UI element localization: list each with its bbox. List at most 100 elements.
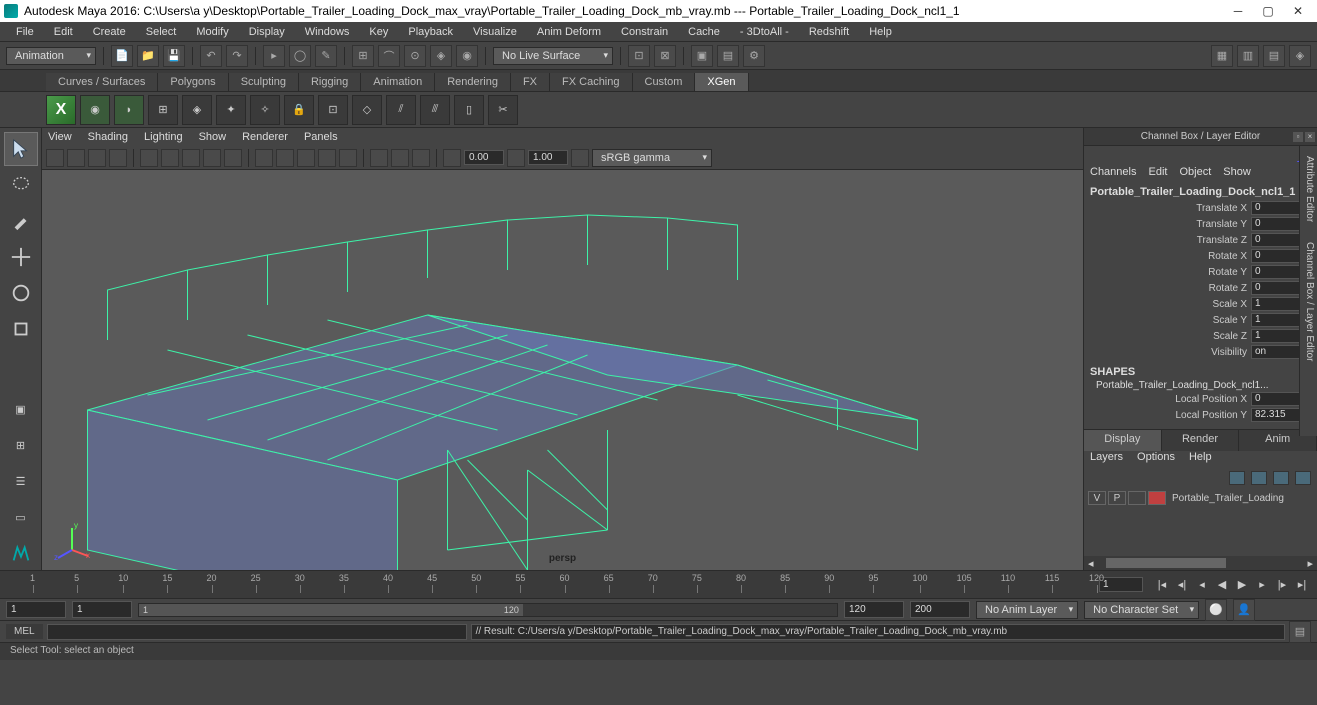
sidetab-attr-editor[interactable]: Attribute Editor <box>1302 156 1315 222</box>
select-tool[interactable] <box>4 132 38 166</box>
vt-res-icon[interactable] <box>203 149 221 167</box>
range-start-outer[interactable] <box>6 601 66 618</box>
vt-bookmark-icon[interactable] <box>67 149 85 167</box>
menu-windows[interactable]: Windows <box>295 26 360 38</box>
prefs-icon[interactable]: 👤 <box>1233 599 1255 621</box>
cb-tab-channels[interactable]: Channels <box>1090 166 1136 184</box>
snap-curve-icon[interactable]: ⌒ <box>378 45 400 67</box>
anim-layer-combo[interactable]: No Anim Layer <box>976 601 1078 619</box>
xgen-tool-6-icon[interactable]: ⊡ <box>318 95 348 125</box>
view-menu-renderer[interactable]: Renderer <box>242 131 288 143</box>
shelf-tab-polygons[interactable]: Polygons <box>158 73 228 91</box>
menu-help[interactable]: Help <box>859 26 902 38</box>
xgen-tool-7-icon[interactable]: ◇ <box>352 95 382 125</box>
cb-tab-show[interactable]: Show <box>1223 166 1251 184</box>
xgen-tool-4-icon[interactable]: ✧ <box>250 95 280 125</box>
layer-row[interactable]: V P Portable_Trailer_Loading <box>1084 489 1317 507</box>
layer-new-selected-icon[interactable] <box>1295 471 1311 485</box>
shelf-tab-rendering[interactable]: Rendering <box>435 73 511 91</box>
menu-select[interactable]: Select <box>136 26 187 38</box>
vt-gamma-icon[interactable] <box>507 149 525 167</box>
go-start-icon[interactable]: |◂ <box>1153 577 1171 593</box>
panel-layout-2-icon[interactable]: ▥ <box>1237 45 1259 67</box>
menu-edit[interactable]: Edit <box>44 26 83 38</box>
cb-object-name[interactable]: Portable_Trailer_Loading_Dock_ncl1_1 <box>1084 184 1317 200</box>
rotate-tool[interactable] <box>4 276 38 310</box>
menu-redshift[interactable]: Redshift <box>799 26 859 38</box>
shelf-tab-rigging[interactable]: Rigging <box>299 73 361 91</box>
layer-menu-options[interactable]: Options <box>1137 451 1175 469</box>
live-surface-combo[interactable]: No Live Surface <box>493 47 613 65</box>
autokey-icon[interactable]: ⚪ <box>1205 599 1227 621</box>
panel-undock-icon[interactable]: ▫ <box>1293 132 1303 142</box>
cb-tab-object[interactable]: Object <box>1179 166 1211 184</box>
menu-file[interactable]: File <box>6 26 44 38</box>
xgen-tool-8-icon[interactable]: ⫽ <box>386 95 416 125</box>
play-forward-icon[interactable]: ▶ <box>1233 577 1251 593</box>
character-set-combo[interactable]: No Character Set <box>1084 601 1199 619</box>
sidetab-channel-box[interactable]: Channel Box / Layer Editor <box>1302 242 1315 362</box>
xgen-tool-1-icon[interactable]: ⊞ <box>148 95 178 125</box>
script-editor-icon[interactable]: ▤ <box>1289 621 1311 643</box>
lasso-tool[interactable] <box>4 168 38 202</box>
snap-live-icon[interactable]: ◉ <box>456 45 478 67</box>
save-scene-icon[interactable]: 💾 <box>163 45 185 67</box>
layout-four-icon[interactable]: ⊞ <box>4 428 38 462</box>
xgen-leaf-icon[interactable]: ◗ <box>114 95 144 125</box>
open-scene-icon[interactable]: 📁 <box>137 45 159 67</box>
menu-playback[interactable]: Playback <box>398 26 463 38</box>
layer-tab-render[interactable]: Render <box>1162 430 1240 451</box>
vt-2d-icon[interactable] <box>109 149 127 167</box>
panel-layout-3-icon[interactable]: ▤ <box>1263 45 1285 67</box>
menu-animdeform[interactable]: Anim Deform <box>527 26 611 38</box>
vt-iso-icon[interactable] <box>370 149 388 167</box>
layer-menu-layers[interactable]: Layers <box>1090 451 1123 469</box>
xgen-tool-2-icon[interactable]: ◈ <box>182 95 212 125</box>
ipr-icon[interactable]: ▤ <box>717 45 739 67</box>
layer-scrollbar[interactable]: ◂▸ <box>1084 556 1317 570</box>
layer-tab-display[interactable]: Display <box>1084 430 1162 451</box>
cb-shape-name[interactable]: Portable_Trailer_Loading_Dock_ncl1... <box>1084 380 1317 391</box>
history-off-icon[interactable]: ⊠ <box>654 45 676 67</box>
step-forward-icon[interactable]: ▸ <box>1253 577 1271 593</box>
layer-playback-toggle[interactable]: P <box>1108 491 1126 505</box>
current-frame-input[interactable] <box>1099 577 1143 592</box>
layout-single-icon[interactable]: ▣ <box>4 392 38 426</box>
layer-move-up-icon[interactable] <box>1229 471 1245 485</box>
cmd-language-label[interactable]: MEL <box>6 624 43 639</box>
panel-close-icon[interactable]: × <box>1305 132 1315 142</box>
xgen-tool-5-icon[interactable]: 🔒 <box>284 95 314 125</box>
lasso-icon[interactable]: ◯ <box>289 45 311 67</box>
vt-expose-icon[interactable] <box>443 149 461 167</box>
shelf-tab-sculpting[interactable]: Sculpting <box>229 73 299 91</box>
menu-key[interactable]: Key <box>359 26 398 38</box>
menu-create[interactable]: Create <box>83 26 136 38</box>
undo-icon[interactable]: ↶ <box>200 45 222 67</box>
menu-modify[interactable]: Modify <box>186 26 238 38</box>
xgen-tool-3-icon[interactable]: ✦ <box>216 95 246 125</box>
vt-far-input[interactable] <box>528 150 568 165</box>
cmd-input[interactable] <box>47 624 467 640</box>
time-slider[interactable]: 1510152025303540455055606570758085909510… <box>0 570 1317 598</box>
step-back-icon[interactable]: ◂ <box>1193 577 1211 593</box>
xgen-tool-11-icon[interactable]: ✂ <box>488 95 518 125</box>
cb-tab-edit[interactable]: Edit <box>1148 166 1167 184</box>
layer-new-empty-icon[interactable] <box>1273 471 1289 485</box>
layer-visibility-toggle[interactable]: V <box>1088 491 1106 505</box>
layer-name[interactable]: Portable_Trailer_Loading <box>1172 493 1284 504</box>
range-start-inner[interactable] <box>72 601 132 618</box>
panel-layout-4-icon[interactable]: ◈ <box>1289 45 1311 67</box>
view-menu-shading[interactable]: Shading <box>88 131 128 143</box>
history-icon[interactable]: ⊡ <box>628 45 650 67</box>
layer-display-type[interactable] <box>1128 491 1146 505</box>
menu-display[interactable]: Display <box>239 26 295 38</box>
menu-visualize[interactable]: Visualize <box>463 26 527 38</box>
paint-select-icon[interactable]: ✎ <box>315 45 337 67</box>
range-slider[interactable]: 1120 <box>138 603 838 617</box>
step-forward-key-icon[interactable]: |▸ <box>1273 577 1291 593</box>
render-settings-icon[interactable]: ⚙ <box>743 45 765 67</box>
vt-near-input[interactable] <box>464 150 504 165</box>
vt-tex-icon[interactable] <box>297 149 315 167</box>
render-icon[interactable]: ▣ <box>691 45 713 67</box>
new-scene-icon[interactable]: 📄 <box>111 45 133 67</box>
